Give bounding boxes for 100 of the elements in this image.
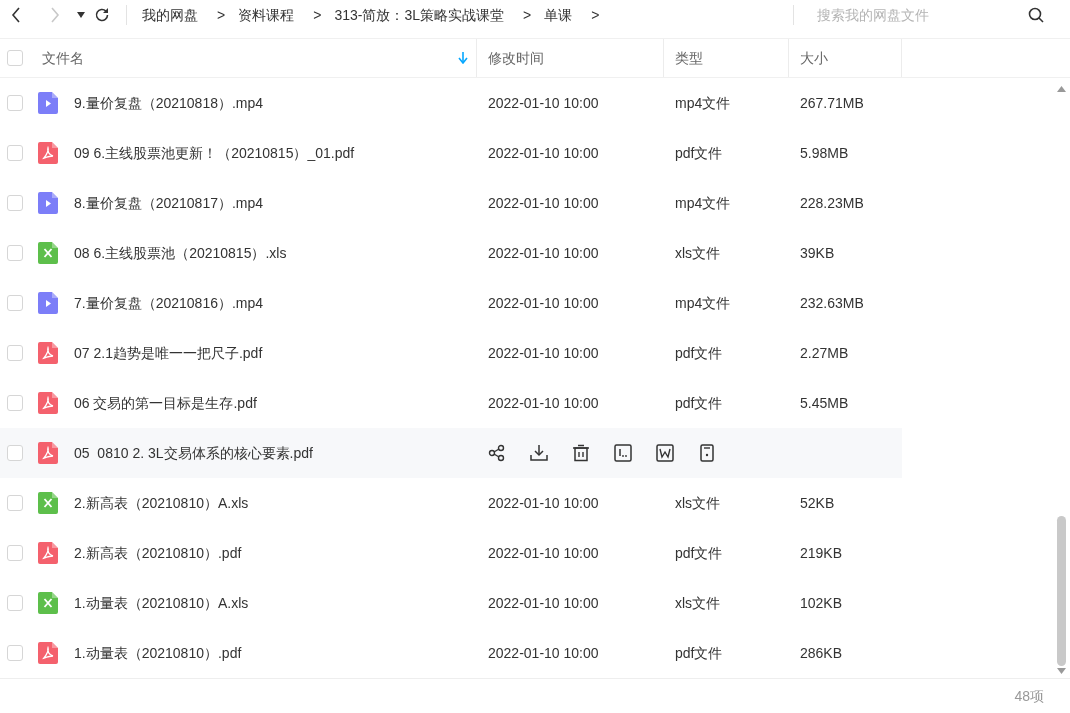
- file-row[interactable]: 05 0810 2. 3L交易体系的核心要素.pdf: [0, 428, 902, 478]
- row-checkbox[interactable]: [7, 545, 23, 561]
- row-checkbox[interactable]: [7, 245, 23, 261]
- tablet-icon: [698, 444, 716, 462]
- file-date-text: 2022-01-10 10:00: [488, 394, 599, 411]
- breadcrumb-separator: >: [522, 5, 532, 25]
- trash-icon: [572, 444, 590, 462]
- file-type-text: xls文件: [675, 244, 721, 261]
- row-checkbox[interactable]: [7, 595, 23, 611]
- column-header[interactable]: 类型: [675, 47, 703, 69]
- trash-button[interactable]: [572, 444, 590, 462]
- column-header[interactable]: 文件名: [42, 47, 84, 69]
- row-checkbox[interactable]: [7, 295, 23, 311]
- file-size-text: 228.23MB: [800, 194, 864, 211]
- document-box-icon: [656, 444, 674, 462]
- file-type-text: mp4文件: [675, 294, 731, 311]
- tablet-button[interactable]: [698, 444, 716, 462]
- spreadsheet-file-icon: [38, 592, 58, 614]
- file-size-text: 232.63MB: [800, 294, 864, 311]
- file-type-text: pdf文件: [675, 544, 723, 561]
- file-row[interactable]: 07 2.1趋势是唯一一把尺子.pdf 2022-01-10 10:00 pdf文件 2.27MB: [0, 328, 902, 378]
- file-row[interactable]: 8.量价复盘（20210817）.mp4 2022-01-10 10:00 mp4文件 228.23MB: [0, 178, 902, 228]
- file-row[interactable]: 06 交易的第一目标是生存.pdf 2022-01-10 10:00 pdf文件 5.45MB: [0, 378, 902, 428]
- file-row[interactable]: 2.新高表（20210810）A.xls 2022-01-10 10:00 xls文件 52KB: [0, 478, 902, 528]
- file-row[interactable]: 08 6.主线股票池（20210815）.xls 2022-01-10 10:00 xls文件 39KB: [0, 228, 902, 278]
- file-name[interactable]: 7.量价复盘（20210816）.mp4: [74, 292, 264, 314]
- file-date-text: 2022-01-10 10:00: [488, 544, 599, 561]
- file-name[interactable]: 2.新高表（20210810）A.xls: [74, 492, 249, 514]
- row-checkbox[interactable]: [7, 495, 23, 511]
- document-box-button[interactable]: [656, 444, 674, 462]
- row-checkbox[interactable]: [7, 395, 23, 411]
- column-header[interactable]: 修改时间: [488, 47, 544, 69]
- breadcrumb-separator: >: [591, 5, 600, 25]
- refresh-button[interactable]: [94, 7, 110, 23]
- file-date-text: 2022-01-10 10:00: [488, 194, 599, 211]
- file-date-text: 2022-01-10 10:00: [488, 344, 599, 361]
- file-type-text: xls文件: [675, 594, 721, 611]
- breadcrumb-link[interactable]: 资料课程: [238, 4, 295, 26]
- sort-arrow-icon[interactable]: [458, 52, 468, 64]
- column-header[interactable]: 大小: [800, 47, 828, 69]
- file-date-text: 2022-01-10 10:00: [488, 644, 599, 661]
- file-name[interactable]: 06 交易的第一目标是生存.pdf: [74, 392, 257, 414]
- search-icon: [1028, 7, 1044, 23]
- file-name[interactable]: 1.动量表（20210810）.pdf: [74, 642, 242, 664]
- file-name[interactable]: 9.量价复盘（20210818）.mp4: [74, 92, 264, 114]
- video-file-icon: [38, 92, 58, 114]
- file-row[interactable]: 9.量价复盘（20210818）.mp4 2022-01-10 10:00 mp4文件 267.71MB: [0, 78, 902, 128]
- download-button[interactable]: [530, 444, 548, 462]
- file-date-text: 2022-01-10 10:00: [488, 244, 599, 261]
- file-size-text: 267.71MB: [800, 94, 864, 111]
- breadcrumb-link[interactable]: 313-简放：3L策略实战课堂: [334, 4, 504, 26]
- breadcrumb-link[interactable]: 单课: [544, 4, 573, 26]
- file-name[interactable]: 07 2.1趋势是唯一一把尺子.pdf: [74, 342, 263, 364]
- file-size-text: 219KB: [800, 544, 843, 561]
- text-box-icon: [614, 444, 632, 462]
- file-row[interactable]: 7.量价复盘（20210816）.mp4 2022-01-10 10:00 mp4文件 232.63MB: [0, 278, 902, 328]
- text-box-button[interactable]: [614, 444, 632, 462]
- file-size-text: 5.45MB: [800, 394, 849, 411]
- file-type-text: pdf文件: [675, 644, 723, 661]
- file-size-text: 5.98MB: [800, 144, 849, 161]
- history-dropdown[interactable]: [77, 12, 85, 18]
- video-file-icon: [38, 292, 58, 314]
- pdf-file-icon: [38, 142, 58, 164]
- file-date-text: 2022-01-10 10:00: [488, 144, 599, 161]
- file-type-text: xls文件: [675, 494, 721, 511]
- file-name[interactable]: 05 0810 2. 3L交易体系的核心要素.pdf: [74, 442, 313, 464]
- file-type-text: pdf文件: [675, 394, 723, 411]
- file-size-text: 102KB: [800, 594, 843, 611]
- file-date-text: 2022-01-10 10:00: [488, 94, 599, 111]
- row-checkbox[interactable]: [7, 445, 23, 461]
- file-name[interactable]: 09 6.主线股票池更新！（20210815）_01.pdf: [74, 142, 355, 164]
- file-date-text: 2022-01-10 10:00: [488, 594, 599, 611]
- file-size-text: 39KB: [800, 244, 835, 261]
- refresh-icon: [94, 7, 110, 23]
- search-button[interactable]: [1028, 7, 1044, 23]
- row-checkbox[interactable]: [7, 145, 23, 161]
- video-file-icon: [38, 192, 58, 214]
- row-checkbox[interactable]: [7, 95, 23, 111]
- pdf-file-icon: [38, 442, 58, 464]
- file-name[interactable]: 8.量价复盘（20210817）.mp4: [74, 192, 264, 214]
- breadcrumb-link[interactable]: 我的网盘: [142, 4, 198, 26]
- file-size-text: 2.27MB: [800, 344, 849, 361]
- row-checkbox[interactable]: [7, 645, 23, 661]
- row-checkbox[interactable]: [7, 195, 23, 211]
- pdf-file-icon: [38, 342, 58, 364]
- file-row[interactable]: 2.新高表（20210810）.pdf 2022-01-10 10:00 pdf文件 219KB: [0, 528, 902, 578]
- file-row[interactable]: 1.动量表（20210810）A.xls 2022-01-10 10:00 xls文件 102KB: [0, 578, 902, 628]
- row-checkbox[interactable]: [7, 345, 23, 361]
- file-row[interactable]: 09 6.主线股票池更新！（20210815）_01.pdf 2022-01-10 10:00 pdf文件 5.98MB: [0, 128, 902, 178]
- share-button[interactable]: [488, 444, 506, 462]
- file-type-text: pdf文件: [675, 144, 723, 161]
- select-all-checkbox[interactable]: [7, 50, 23, 66]
- file-row[interactable]: 1.动量表（20210810）.pdf 2022-01-10 10:00 pdf文件 286KB: [0, 628, 902, 678]
- file-name[interactable]: 1.动量表（20210810）A.xls: [74, 592, 249, 614]
- pdf-file-icon: [38, 642, 58, 664]
- file-size-text: 286KB: [800, 644, 843, 661]
- search-field[interactable]: 搜索我的网盘文件: [815, 3, 1015, 27]
- file-name[interactable]: 2.新高表（20210810）.pdf: [74, 542, 242, 564]
- breadcrumb-separator: >: [217, 5, 226, 25]
- file-name[interactable]: 08 6.主线股票池（20210815）.xls: [74, 242, 287, 264]
